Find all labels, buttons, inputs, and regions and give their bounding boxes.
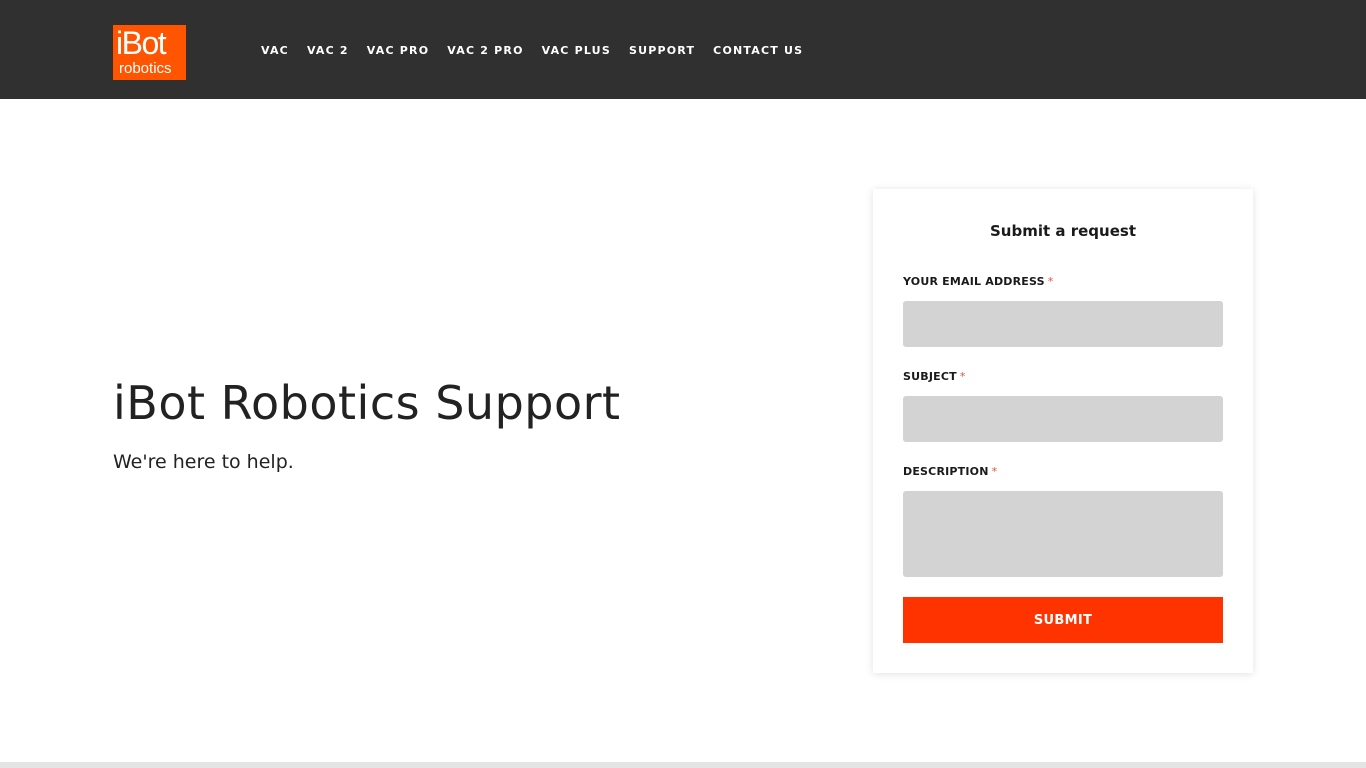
required-marker: *	[991, 465, 998, 478]
nav-item-vac[interactable]: VAC	[261, 44, 289, 58]
submit-request-form: Submit a request YOUR EMAIL ADDRESS * SUB…	[873, 189, 1253, 673]
nav-item-vac-plus[interactable]: VAC PLUS	[542, 44, 611, 58]
logo-text-ibot: iBot	[116, 25, 167, 61]
subject-label-text: SUBJECT	[903, 370, 957, 383]
subject-label: SUBJECT *	[903, 370, 966, 384]
description-label: DESCRIPTION *	[903, 465, 997, 479]
footer-divider	[0, 762, 1366, 768]
subject-field[interactable]	[903, 396, 1223, 442]
submit-button[interactable]: SUBMIT	[903, 597, 1223, 643]
nav-item-vac-2[interactable]: VAC 2	[307, 44, 349, 58]
description-field[interactable]	[903, 491, 1223, 577]
page: iBot robotics VAC VAC 2 VAC PRO VAC 2 PR…	[0, 0, 1366, 768]
logo-text-robotics: robotics	[119, 60, 172, 77]
nav-item-support[interactable]: SUPPORT	[629, 44, 695, 58]
required-marker: *	[1047, 275, 1054, 288]
description-label-text: DESCRIPTION	[903, 465, 989, 478]
email-label-text: YOUR EMAIL ADDRESS	[903, 275, 1045, 288]
nav-item-vac-pro[interactable]: VAC PRO	[367, 44, 429, 58]
page-title: iBot Robotics Support	[113, 376, 621, 430]
ibot-robotics-logo[interactable]: iBot robotics	[113, 25, 186, 80]
nav-item-vac-2-pro[interactable]: VAC 2 PRO	[447, 44, 523, 58]
page-subtitle: We're here to help.	[113, 451, 294, 473]
main-nav: VAC VAC 2 VAC PRO VAC 2 PRO VAC PLUS SUP…	[261, 44, 821, 58]
site-header: iBot robotics VAC VAC 2 VAC PRO VAC 2 PR…	[0, 0, 1366, 99]
nav-item-contact-us[interactable]: CONTACT US	[713, 44, 803, 58]
email-field[interactable]	[903, 301, 1223, 347]
required-marker: *	[959, 370, 966, 383]
form-title: Submit a request	[990, 222, 1136, 240]
email-label: YOUR EMAIL ADDRESS *	[903, 275, 1053, 289]
